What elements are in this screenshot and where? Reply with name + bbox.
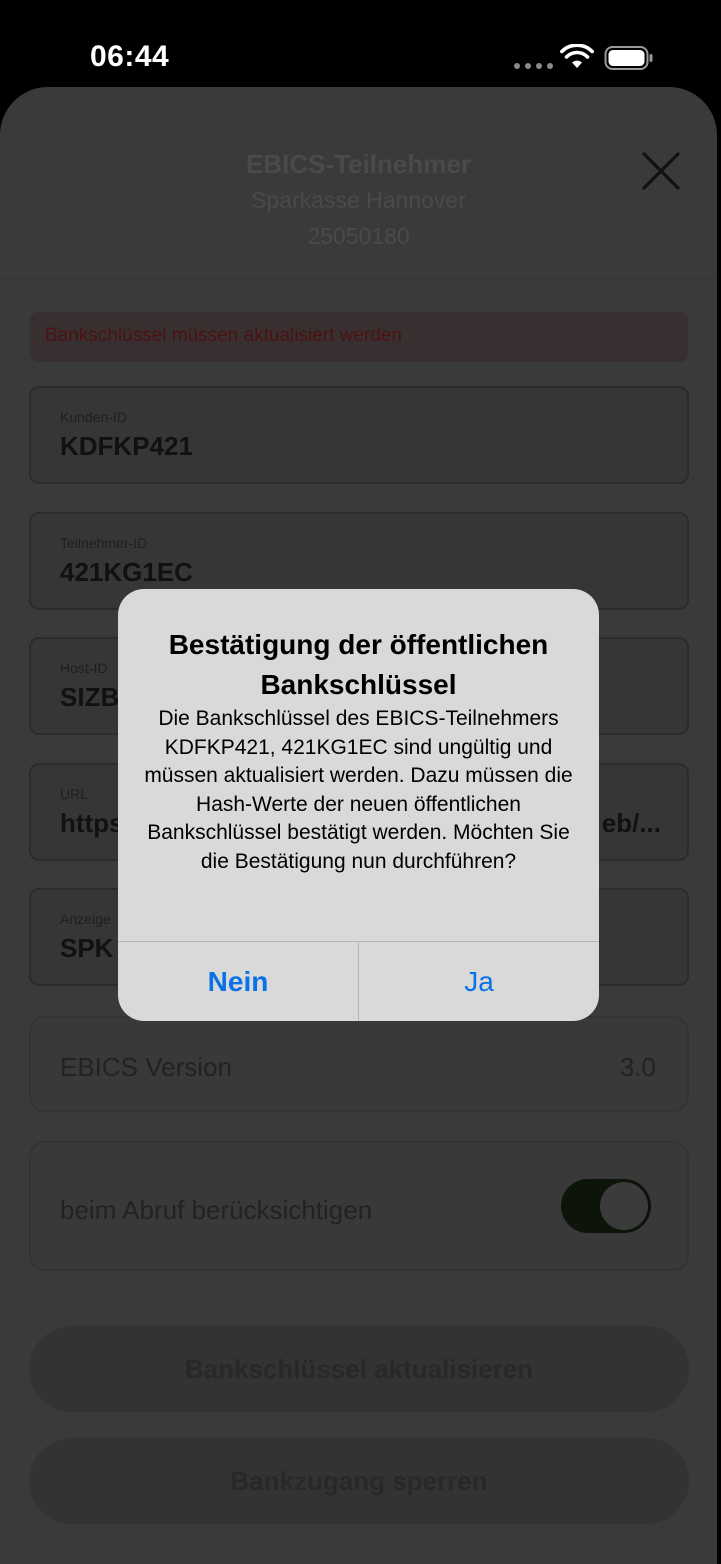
wifi-icon: [560, 44, 594, 68]
ebics-version-label: EBICS Version: [60, 1052, 232, 1082]
field-value: SPK: [60, 933, 114, 963]
field-label: URL: [60, 786, 89, 802]
sheet-header: EBICS-Teilnehmer Sparkasse Hannover 2505…: [0, 87, 717, 279]
lock-access-button[interactable]: Bankzugang sperren: [29, 1438, 689, 1524]
update-keys-button[interactable]: Bankschlüssel aktualisieren: [29, 1326, 689, 1412]
toggle-knob: [600, 1182, 648, 1230]
field-value-tail: eb/...: [601, 808, 661, 838]
close-icon[interactable]: [640, 150, 682, 192]
field-value: 421KG1EC: [60, 557, 193, 587]
field-value: SIZB: [60, 682, 120, 712]
dynamic-island: [247, 25, 470, 91]
field-label: Anzeige: [60, 911, 111, 927]
status-bar: 06:44: [0, 0, 721, 100]
battery-icon: [604, 46, 653, 70]
kunden-id-field[interactable]: Kunden-ID KDFKP421: [29, 386, 689, 484]
warning-banner: Bankschlüssel müssen aktualisiert werden: [30, 312, 688, 362]
no-button[interactable]: Nein: [118, 942, 358, 1021]
field-value: KDFKP421: [60, 431, 193, 461]
page-title: EBICS-Teilnehmer: [246, 149, 471, 179]
abruf-label: beim Abruf berücksichtigen: [60, 1195, 373, 1225]
yes-button[interactable]: Ja: [358, 942, 599, 1021]
abruf-row: beim Abruf berücksichtigen: [29, 1141, 689, 1271]
field-label: Teilnehmer-ID: [60, 535, 148, 551]
field-label: Kunden-ID: [60, 409, 127, 425]
confirmation-alert: Bestätigung der öffentlichen Bankschlüss…: [118, 589, 599, 1021]
bank-name: Sparkasse Hannover: [251, 187, 466, 213]
signal-dots-icon: [514, 63, 553, 69]
ebics-version-value: 3.0: [619, 1052, 656, 1082]
field-label: Host-ID: [60, 660, 108, 676]
ebics-version-row[interactable]: EBICS Version 3.0: [29, 1016, 689, 1112]
warning-text: Bankschlüssel müssen aktualisiert werden: [45, 325, 402, 346]
alert-button-row: Nein Ja: [118, 941, 599, 1021]
status-time: 06:44: [90, 40, 170, 73]
bank-code: 25050180: [307, 223, 410, 249]
alert-title: Bestätigung der öffentlichen Bankschlüss…: [168, 629, 549, 700]
abruf-toggle[interactable]: [561, 1179, 651, 1233]
alert-message: Die Bankschlüssel des EBICS-Teilnehmers …: [144, 707, 573, 873]
